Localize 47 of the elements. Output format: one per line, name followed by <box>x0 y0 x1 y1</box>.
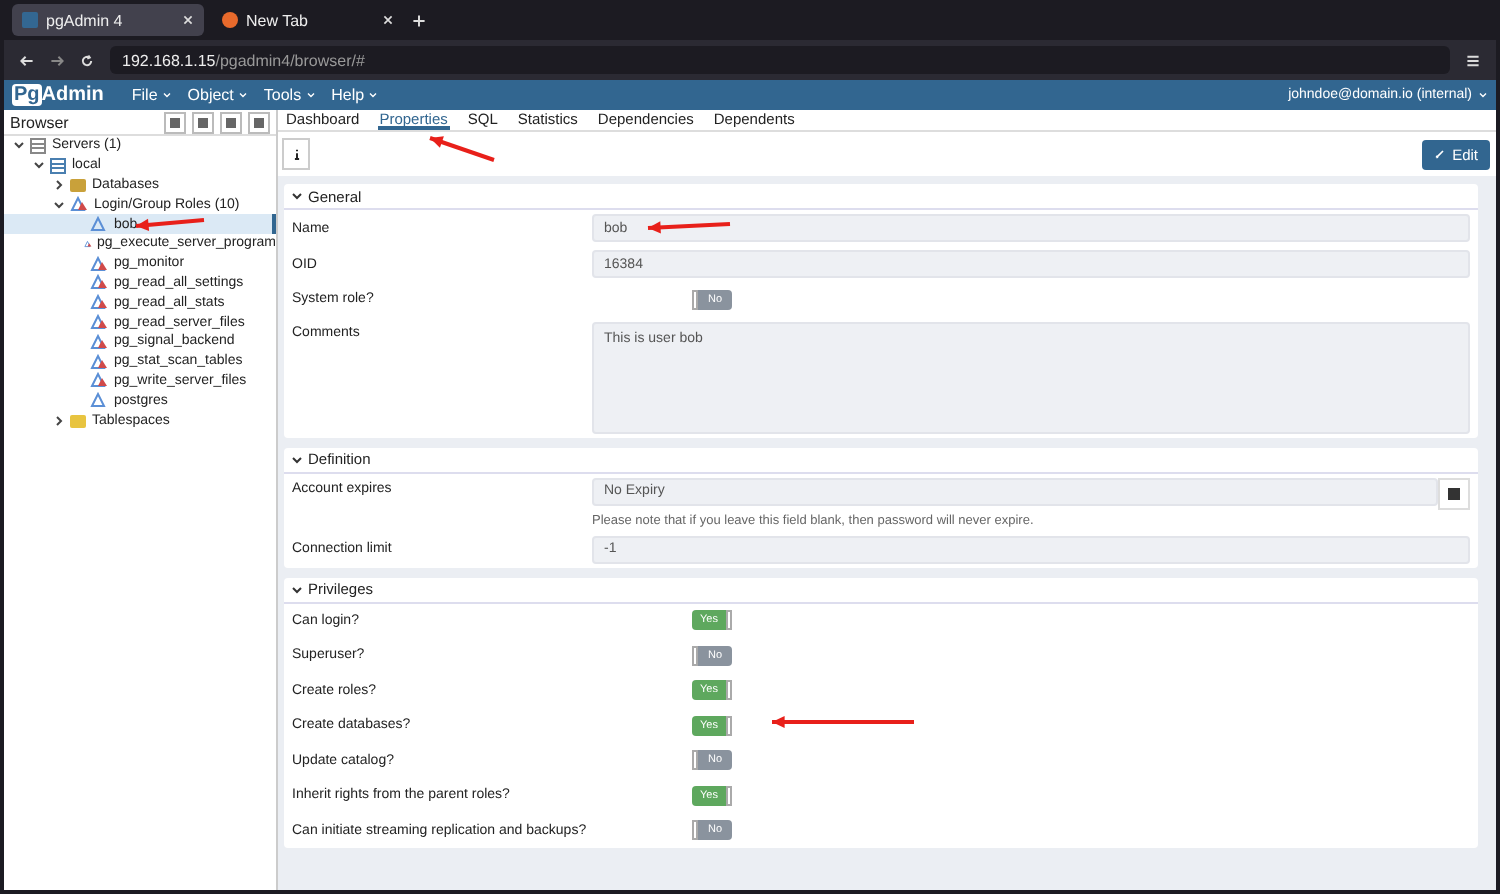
user-icon <box>90 392 108 409</box>
close-icon[interactable] <box>182 14 194 26</box>
users-icon <box>90 294 108 311</box>
chevron-down-icon[interactable] <box>292 455 302 463</box>
menu-icon[interactable] <box>1466 53 1480 67</box>
menu-item[interactable]: Object <box>187 86 248 104</box>
annotation-arrow <box>429 136 495 162</box>
browser-tab[interactable]: pgAdmin 4 <box>12 4 204 36</box>
calendar-button[interactable] <box>1438 477 1470 509</box>
info-button[interactable] <box>282 138 310 170</box>
chevron-down-icon[interactable] <box>292 192 302 200</box>
menu-item[interactable]: Tools <box>263 86 316 104</box>
browser-tab[interactable]: New Tab <box>212 4 404 36</box>
folder-icon <box>70 413 86 428</box>
menu-item[interactable]: File <box>131 86 172 104</box>
chevron-down-icon[interactable] <box>292 585 302 593</box>
panel-title: Browser <box>10 113 71 131</box>
chevron-icon[interactable] <box>52 415 64 426</box>
users-icon <box>70 196 88 213</box>
app-logo: PgAdmin <box>12 84 104 106</box>
close-icon[interactable] <box>382 14 394 26</box>
users-icon <box>90 255 108 272</box>
menu-item[interactable]: Help <box>331 86 379 104</box>
address-bar[interactable]: 192.168.1.15/pgadmin4/browser/# <box>110 46 1450 74</box>
caret-icon[interactable] <box>161 90 172 100</box>
users-icon <box>90 333 108 350</box>
annotation-arrow <box>647 221 731 234</box>
users-icon <box>90 372 108 389</box>
caret-icon[interactable] <box>305 90 316 100</box>
server-icon <box>50 157 66 174</box>
pencil-icon <box>1434 148 1447 160</box>
annotation-arrow <box>772 715 914 729</box>
users-icon <box>90 314 108 331</box>
info-icon <box>289 146 303 162</box>
annotation-arrow <box>135 218 205 231</box>
back-icon[interactable] <box>20 53 34 67</box>
reload-icon[interactable] <box>80 53 94 67</box>
user-icon <box>90 216 108 233</box>
caret-icon[interactable] <box>237 90 248 100</box>
caret-icon[interactable] <box>1478 90 1488 100</box>
server-icon <box>30 137 46 154</box>
caret-icon[interactable] <box>368 90 379 100</box>
users-icon <box>90 353 108 370</box>
plus-icon[interactable] <box>412 13 426 27</box>
users-icon <box>90 274 108 291</box>
folder-icon <box>70 177 86 192</box>
forward-icon[interactable] <box>50 53 64 67</box>
